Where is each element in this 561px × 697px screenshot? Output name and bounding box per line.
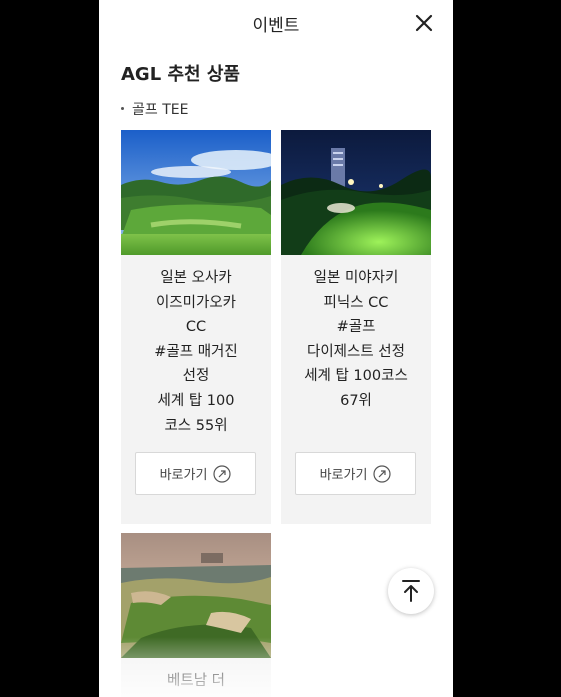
card-1-line-5: 선정: [182, 368, 210, 385]
card-description-2: 일본 미야자키 피닉스 CC #골프 다이제스트 선정 세계 탑 100코스 6…: [281, 255, 431, 414]
scroll-to-top-button[interactable]: [388, 568, 434, 614]
card-3-line-1: 베트남 더: [167, 673, 225, 689]
card-1-line-4: #골프 매거진: [154, 343, 238, 360]
card-1-line-6: 세계 탑 100: [157, 392, 235, 409]
product-card-1[interactable]: 일본 오사카 이즈미가오카 CC #골프 매거진 선정 세계 탑 100 코스 …: [121, 130, 271, 524]
goto-button-2[interactable]: 바로가기: [295, 452, 416, 495]
card-description-3: 베트남 더: [121, 658, 271, 694]
card-2-line-3: #골프: [336, 319, 376, 336]
arrow-up-right-circle-icon: [213, 464, 232, 483]
card-2-line-1: 일본 미야자키: [313, 270, 399, 286]
category-label-text: 골프 TEE: [132, 102, 189, 118]
golf-course-image-1[interactable]: [121, 130, 271, 255]
golf-course-image-2[interactable]: [281, 130, 431, 255]
category-label: 골프 TEE: [121, 99, 188, 119]
page-title: 이벤트: [252, 16, 300, 36]
event-screen: 이벤트 AGL 추천 상품 골프 TEE 일본 오사카 이즈미가오카 CC #골…: [99, 0, 453, 697]
card-1-line-3: CC: [185, 319, 207, 336]
card-1-line-2: 이즈미가오카: [155, 294, 237, 311]
goto-button-1[interactable]: 바로가기: [135, 452, 256, 495]
card-1-line-1: 일본 오사카: [160, 270, 232, 286]
card-2-line-6: 67위: [340, 392, 372, 409]
product-card-2[interactable]: 일본 미야자키 피닉스 CC #골프 다이제스트 선정 세계 탑 100코스 6…: [281, 130, 431, 524]
product-card-3[interactable]: 베트남 더: [121, 533, 271, 697]
arrow-up-right-circle-icon: [373, 464, 392, 483]
card-2-line-2: 피닉스 CC: [323, 294, 389, 311]
goto-button-label: 바로가기: [159, 468, 208, 483]
card-2-line-5: 세계 탑 100코스: [304, 368, 408, 385]
card-2-line-4: 다이제스트 선정: [307, 343, 405, 360]
close-icon[interactable]: [415, 14, 433, 32]
card-description-1: 일본 오사카 이즈미가오카 CC #골프 매거진 선정 세계 탑 100 코스 …: [121, 255, 271, 438]
card-1-line-7: 코스 55위: [164, 417, 228, 434]
goto-button-label: 바로가기: [319, 468, 368, 483]
bullet-icon: [121, 107, 124, 110]
arrow-up-to-top-icon: [402, 580, 420, 602]
golf-course-image-3[interactable]: [121, 533, 271, 658]
section-title: AGL 추천 상품: [121, 64, 240, 85]
top-bar: 이벤트: [99, 0, 453, 46]
